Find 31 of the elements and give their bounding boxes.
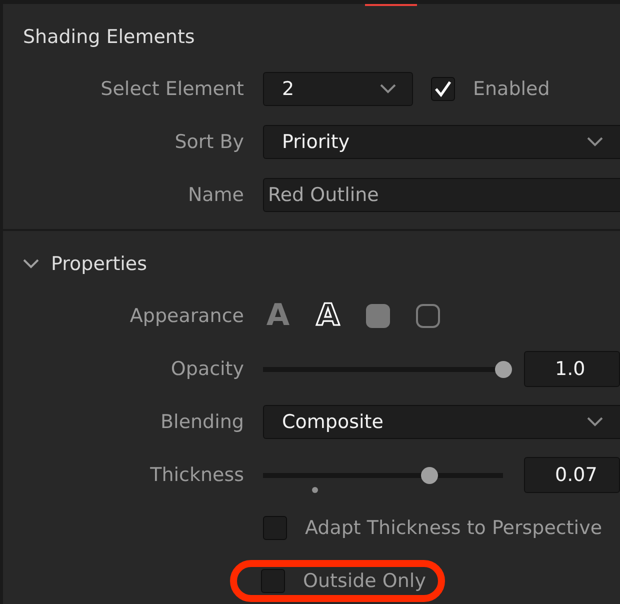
- checkbox[interactable]: [261, 568, 285, 592]
- slider-thumb[interactable]: [495, 360, 512, 378]
- chevron-down-icon: [587, 416, 603, 426]
- field-label: Thickness: [149, 464, 244, 486]
- field-label: Opacity: [170, 358, 244, 380]
- value-field[interactable]: 1.0: [524, 350, 620, 386]
- value-field[interactable]: 0.07: [524, 456, 620, 492]
- default-marker: [312, 486, 318, 492]
- section-title: Properties: [51, 253, 148, 275]
- dropdown[interactable]: 2: [263, 72, 413, 106]
- section-title: Shading Elements: [23, 26, 195, 48]
- field-label: Appearance: [128, 304, 244, 326]
- checkbox-label: Enabled: [473, 78, 550, 100]
- dropdown[interactable]: Composite: [263, 404, 620, 438]
- chevron-down-icon: [380, 84, 396, 94]
- checkbox[interactable]: [431, 76, 455, 100]
- outline-square-icon[interactable]: [416, 304, 440, 328]
- checkbox-label: Adapt Thickness to Perspective: [305, 516, 602, 538]
- field-label: Blending: [160, 410, 244, 432]
- field-label: Select Element: [100, 78, 244, 100]
- chevron-down-icon[interactable]: [23, 259, 39, 269]
- field-label: Sort By: [174, 130, 244, 152]
- chevron-down-icon: [587, 136, 603, 146]
- checkbox[interactable]: [263, 516, 287, 540]
- filled-square-icon[interactable]: [366, 304, 390, 328]
- checkbox-label: Outside Only: [303, 570, 426, 592]
- dropdown[interactable]: Priority: [263, 124, 620, 158]
- field-label: Name: [186, 184, 244, 206]
- outline-text-icon[interactable]: A: [316, 300, 340, 330]
- input-field[interactable]: Red Outline: [263, 178, 620, 212]
- slider-thumb[interactable]: [420, 466, 438, 484]
